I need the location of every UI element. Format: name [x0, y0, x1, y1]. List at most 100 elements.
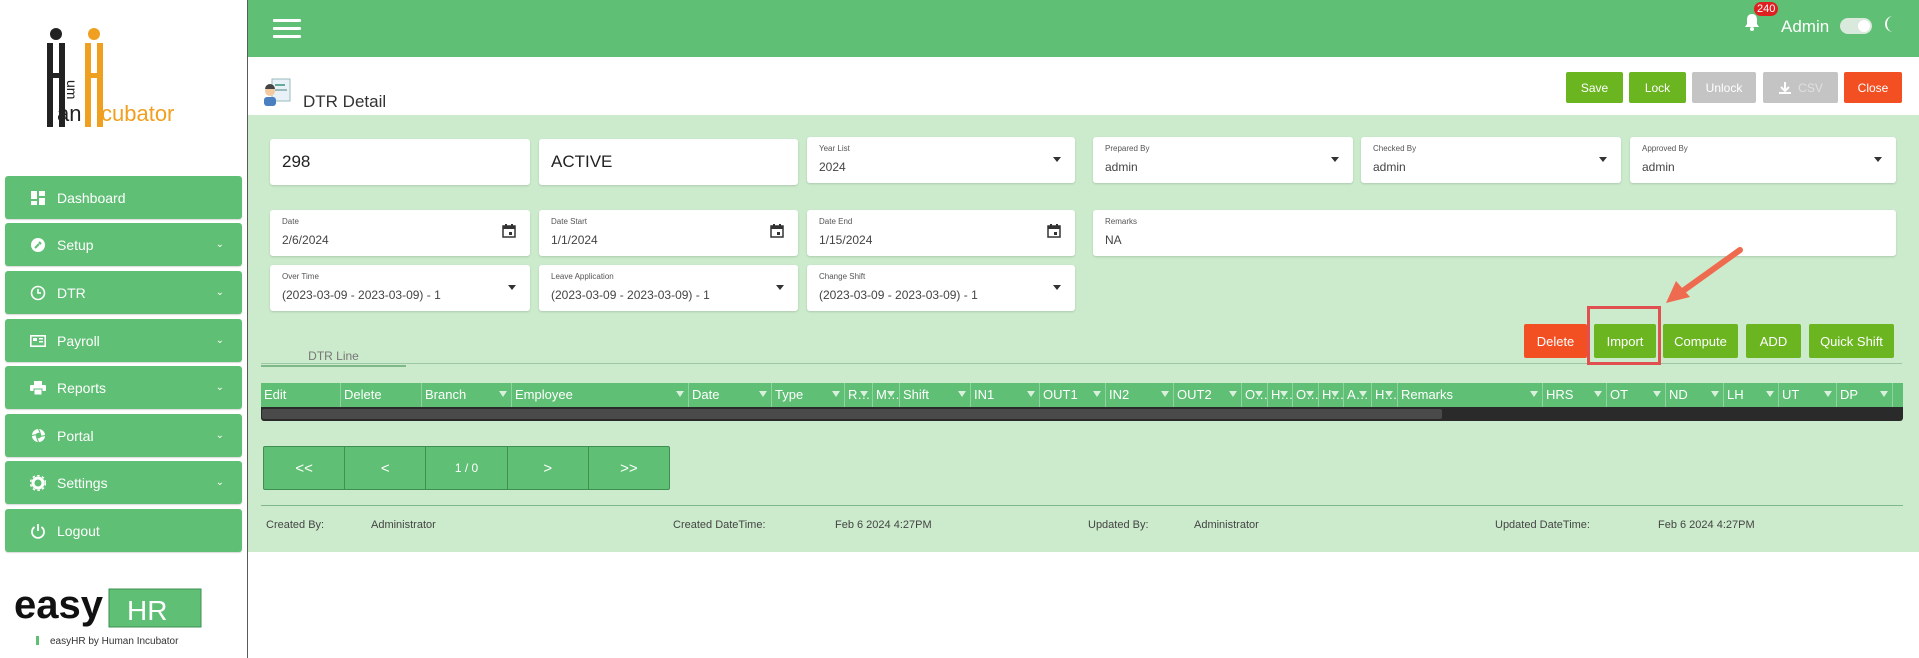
grid-column-header[interactable]: Remarks — [1398, 383, 1543, 407]
calendar-icon[interactable] — [502, 224, 516, 238]
grid-column-header[interactable]: H… — [1319, 383, 1344, 407]
filter-icon[interactable] — [499, 391, 507, 397]
remarks-field[interactable]: Remarks NA — [1093, 210, 1896, 256]
grid-column-header[interactable]: IN2 — [1106, 383, 1174, 407]
filter-icon[interactable] — [958, 391, 966, 397]
unlock-button[interactable]: Unlock — [1692, 72, 1756, 103]
filter-icon[interactable] — [759, 391, 767, 397]
filter-icon[interactable] — [1385, 391, 1393, 397]
prepared-by-select[interactable]: Prepared By admin — [1093, 137, 1353, 183]
sidebar-item-reports[interactable]: Reports ⌄ — [5, 366, 242, 409]
calendar-icon[interactable] — [770, 224, 784, 238]
prev-page-button[interactable]: < — [345, 447, 427, 489]
sidebar-item-payroll[interactable]: Payroll ⌄ — [5, 319, 242, 362]
last-page-button[interactable]: >> — [589, 447, 669, 489]
sidebar-item-logout[interactable]: Logout — [5, 509, 242, 552]
grid-column-header[interactable]: OUT2 — [1174, 383, 1242, 407]
grid-column-header[interactable]: H… — [1372, 383, 1398, 407]
grid-column-header[interactable]: Edit — [261, 383, 341, 407]
filter-icon[interactable] — [1880, 391, 1888, 397]
approved-by-select[interactable]: Approved By admin — [1630, 137, 1896, 183]
grid-column-header[interactable]: R… — [845, 383, 873, 407]
calendar-icon[interactable] — [1047, 224, 1061, 238]
year-list-value: 2024 — [819, 160, 846, 174]
sidebar-item-label: Portal — [57, 427, 94, 444]
sidebar-item-settings[interactable]: Settings ⌄ — [5, 461, 242, 504]
filter-icon[interactable] — [1824, 391, 1832, 397]
add-button[interactable]: ADD — [1746, 324, 1801, 358]
menu-toggle-icon[interactable] — [273, 19, 301, 39]
sidebar-item-portal[interactable]: Portal ⌄ — [5, 414, 242, 457]
sidebar-item-dashboard[interactable]: Dashboard — [5, 176, 242, 219]
filter-icon[interactable] — [832, 391, 840, 397]
lock-button[interactable]: Lock — [1629, 72, 1686, 103]
year-list-select[interactable]: Year List 2024 — [807, 137, 1075, 183]
grid-column-header[interactable]: Branch — [422, 383, 512, 407]
checked-by-value: admin — [1373, 160, 1406, 174]
close-button[interactable]: Close — [1844, 72, 1902, 103]
date-end-field[interactable]: Date End 1/15/2024 — [807, 210, 1075, 256]
filter-icon[interactable] — [1280, 391, 1288, 397]
pager: << < 1 / 0 > >> — [263, 446, 670, 490]
grid-column-header[interactable]: Employee — [512, 383, 689, 407]
compute-button[interactable]: Compute — [1663, 324, 1738, 358]
next-page-button[interactable]: > — [508, 447, 589, 489]
filter-icon[interactable] — [860, 391, 868, 397]
filter-icon[interactable] — [1229, 391, 1237, 397]
date-field[interactable]: Date 2/6/2024 — [270, 210, 530, 256]
grid-column-header[interactable]: H… — [1268, 383, 1293, 407]
grid-column-header[interactable]: DP — [1837, 383, 1893, 407]
date-start-label: Date Start — [551, 217, 588, 226]
sidebar-item-dtr[interactable]: DTR ⌄ — [5, 271, 242, 314]
grid-column-header[interactable]: IN1 — [971, 383, 1040, 407]
filter-icon[interactable] — [1653, 391, 1661, 397]
user-name[interactable]: Admin — [1781, 17, 1829, 37]
grid-column-header[interactable]: ND — [1666, 383, 1724, 407]
filter-icon[interactable] — [676, 391, 684, 397]
dtr-id-field[interactable]: 298 — [270, 139, 530, 185]
change-shift-value: (2023-03-09 - 2023-03-09) - 1 — [819, 288, 978, 302]
grid-column-header[interactable]: OT — [1607, 383, 1666, 407]
delete-button[interactable]: Delete — [1524, 324, 1587, 358]
over-time-select[interactable]: Over Time (2023-03-09 - 2023-03-09) - 1 — [270, 265, 530, 311]
status-field[interactable]: ACTIVE — [539, 139, 798, 185]
date-start-field[interactable]: Date Start 1/1/2024 — [539, 210, 798, 256]
filter-icon[interactable] — [1093, 391, 1101, 397]
sidebar: um an cubator Dashboard Setup ⌄ DTR ⌄ Pa… — [0, 0, 248, 658]
grid-column-header[interactable]: Delete — [341, 383, 422, 407]
filter-icon[interactable] — [1027, 391, 1035, 397]
save-button[interactable]: Save — [1566, 72, 1623, 103]
grid-column-header[interactable]: LH — [1724, 383, 1779, 407]
filter-icon[interactable] — [1766, 391, 1774, 397]
filter-icon[interactable] — [1331, 391, 1339, 397]
sidebar-item-setup[interactable]: Setup ⌄ — [5, 223, 242, 266]
filter-icon[interactable] — [1594, 391, 1602, 397]
filter-icon[interactable] — [1306, 391, 1314, 397]
filter-icon[interactable] — [1255, 391, 1263, 397]
csv-button[interactable]: CSV — [1763, 72, 1838, 103]
grid-column-header[interactable]: OUT1 — [1040, 383, 1106, 407]
grid-column-header[interactable]: Type — [772, 383, 845, 407]
leave-application-value: (2023-03-09 - 2023-03-09) - 1 — [551, 288, 710, 302]
grid-column-header[interactable]: Date — [689, 383, 772, 407]
filter-icon[interactable] — [1711, 391, 1719, 397]
filter-icon[interactable] — [1359, 391, 1367, 397]
filter-icon[interactable] — [887, 391, 895, 397]
grid-column-header[interactable]: HRS — [1543, 383, 1607, 407]
change-shift-select[interactable]: Change Shift (2023-03-09 - 2023-03-09) -… — [807, 265, 1075, 311]
grid-column-header[interactable]: O… — [1293, 383, 1319, 407]
grid-horizontal-scrollbar[interactable] — [261, 407, 1903, 421]
first-page-button[interactable]: << — [264, 447, 346, 489]
grid-column-header[interactable]: UT — [1779, 383, 1837, 407]
theme-toggle[interactable] — [1840, 18, 1872, 34]
grid-column-header[interactable]: A… — [1344, 383, 1372, 407]
checked-by-select[interactable]: Checked By admin — [1361, 137, 1621, 183]
leave-application-select[interactable]: Leave Application (2023-03-09 - 2023-03-… — [539, 265, 798, 311]
filter-icon[interactable] — [1530, 391, 1538, 397]
quick-shift-button[interactable]: Quick Shift — [1809, 324, 1894, 358]
grid-column-header[interactable]: O… — [1242, 383, 1268, 407]
grid-column-header[interactable]: Shift — [900, 383, 971, 407]
scrollbar-thumb[interactable] — [262, 409, 1442, 419]
filter-icon[interactable] — [1161, 391, 1169, 397]
grid-column-header[interactable]: M… — [873, 383, 900, 407]
